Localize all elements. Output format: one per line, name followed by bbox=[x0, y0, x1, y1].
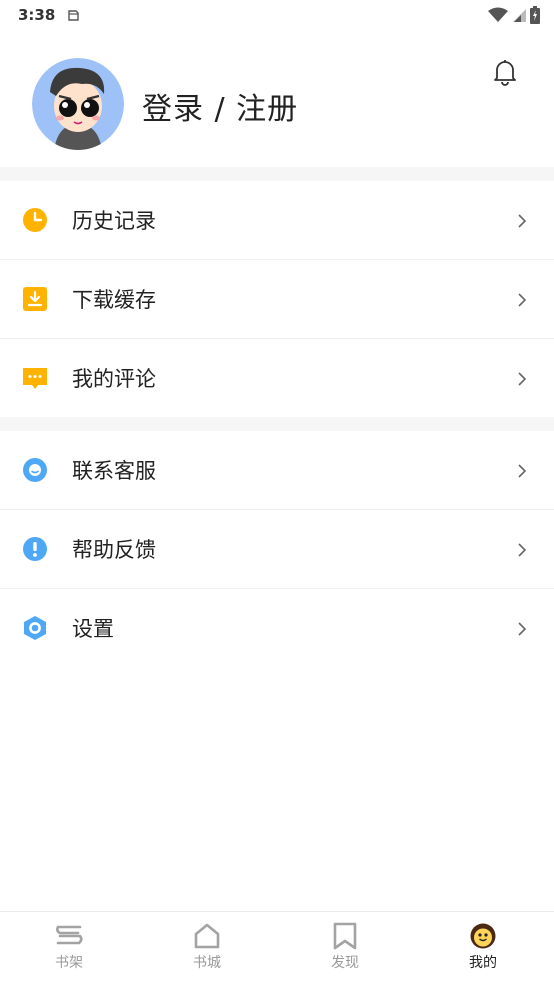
chevron-right-icon bbox=[518, 622, 527, 636]
signal-icon bbox=[513, 9, 526, 22]
menu-item-label: 下载缓存 bbox=[72, 288, 156, 312]
tab-label: 我的 bbox=[469, 955, 497, 971]
tab-bookstore[interactable]: 书城 bbox=[138, 912, 276, 984]
battery-icon bbox=[530, 6, 540, 24]
menu-item-customer-service[interactable]: 联系客服 bbox=[0, 431, 554, 510]
profile-header: 登录 / 注册 bbox=[0, 40, 554, 167]
customer-service-icon bbox=[23, 458, 47, 482]
menu-item-comments[interactable]: 我的评论 bbox=[0, 339, 554, 418]
section-divider bbox=[0, 167, 554, 181]
wifi-icon bbox=[488, 7, 508, 22]
bookstore-icon bbox=[194, 923, 220, 949]
chevron-right-icon bbox=[518, 293, 527, 307]
mine-icon bbox=[470, 923, 496, 949]
status-icons bbox=[488, 6, 540, 24]
status-bar: 3:38 bbox=[0, 0, 554, 32]
tab-label: 书城 bbox=[193, 955, 221, 971]
discover-icon bbox=[333, 922, 357, 950]
tab-mine[interactable]: 我的 bbox=[414, 912, 552, 984]
chevron-right-icon bbox=[518, 543, 527, 557]
menu-item-downloads[interactable]: 下载缓存 bbox=[0, 260, 554, 339]
login-register-link[interactable]: 登录 / 注册 bbox=[142, 84, 298, 128]
menu-item-settings[interactable]: 设置 bbox=[0, 589, 554, 668]
chevron-right-icon bbox=[518, 372, 527, 386]
tab-bookshelf[interactable]: 书架 bbox=[0, 912, 138, 984]
tab-discover[interactable]: 发现 bbox=[276, 912, 414, 984]
tab-label: 书架 bbox=[55, 955, 83, 971]
tab-label: 发现 bbox=[331, 955, 359, 971]
bottom-tab-bar: 书架 书城 发现 我的 bbox=[0, 911, 554, 984]
comment-icon bbox=[23, 368, 47, 389]
chevron-right-icon bbox=[518, 464, 527, 478]
menu-item-help-feedback[interactable]: 帮助反馈 bbox=[0, 510, 554, 589]
status-time: 3:38 bbox=[18, 6, 56, 24]
menu-item-label: 我的评论 bbox=[72, 367, 156, 391]
section-divider bbox=[0, 417, 554, 431]
chevron-right-icon bbox=[518, 214, 527, 228]
menu-item-history[interactable]: 历史记录 bbox=[0, 181, 554, 260]
bell-icon[interactable] bbox=[492, 58, 518, 86]
avatar[interactable] bbox=[32, 58, 124, 150]
menu-item-label: 历史记录 bbox=[72, 209, 156, 233]
settings-icon bbox=[24, 616, 46, 640]
notification-icon bbox=[68, 10, 79, 21]
download-icon bbox=[23, 287, 47, 311]
bookshelf-icon bbox=[56, 925, 83, 945]
menu-item-label: 帮助反馈 bbox=[72, 538, 156, 562]
help-icon bbox=[23, 537, 47, 561]
menu-item-label: 联系客服 bbox=[72, 459, 156, 483]
menu-item-label: 设置 bbox=[72, 617, 114, 641]
clock-icon bbox=[23, 208, 47, 232]
